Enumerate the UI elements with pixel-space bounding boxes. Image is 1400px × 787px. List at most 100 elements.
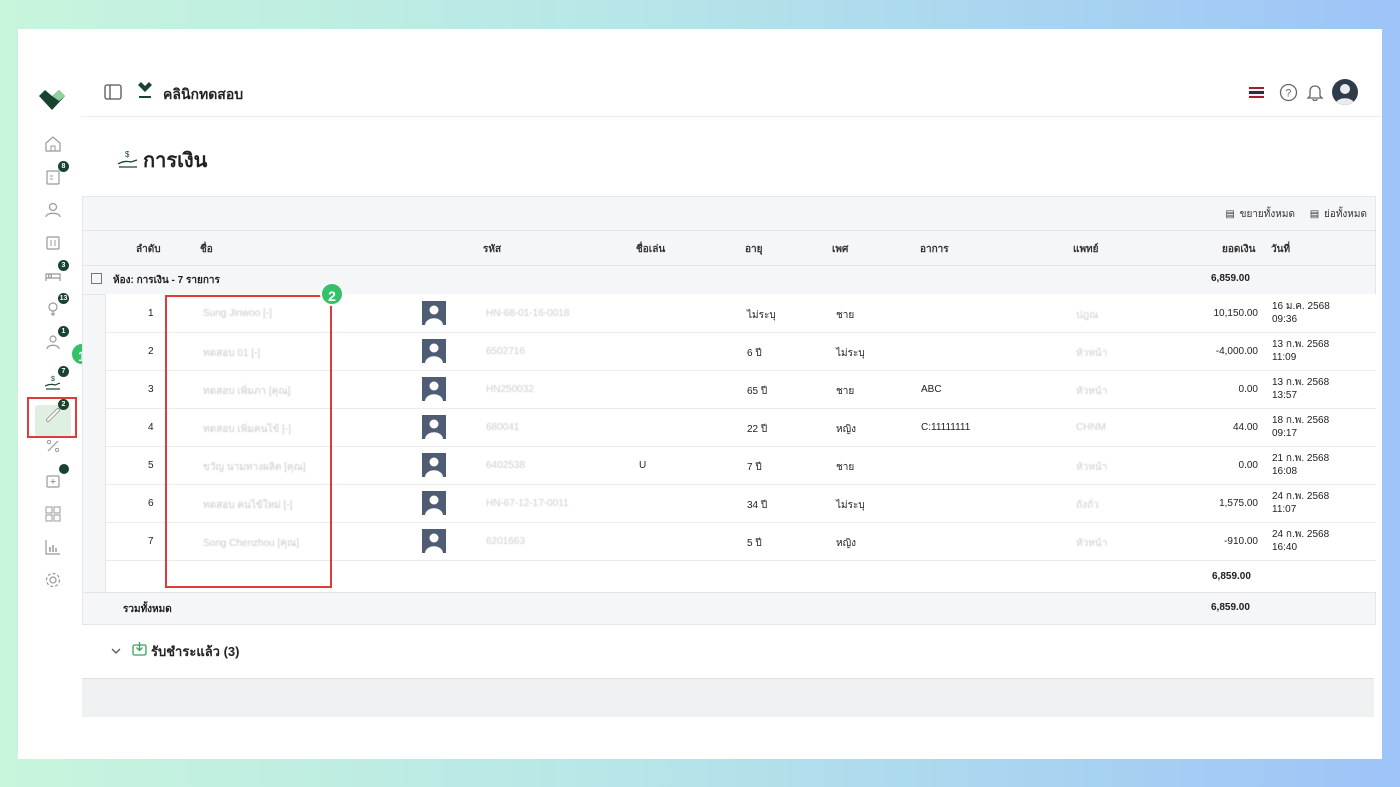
nav-discount-icon[interactable] xyxy=(43,436,63,456)
visit-date: 13 ก.พ. 2568 xyxy=(1272,377,1330,388)
nav-finance-icon[interactable]: $ 7 xyxy=(43,366,69,392)
brand-logo-icon[interactable] xyxy=(37,87,67,113)
table-header: ลำดับ ชื่อ รหัส ชื่อเล่น อายุ เพศ อาการ … xyxy=(83,230,1375,266)
visit-time: 13:57 xyxy=(1272,390,1298,401)
amount: 44.00 xyxy=(1232,422,1258,433)
nav-modules-icon[interactable] xyxy=(43,504,63,524)
patient-age: ไม่ระบุ xyxy=(747,310,776,321)
nav-records-icon[interactable] xyxy=(43,233,63,253)
nav-home-icon[interactable] xyxy=(43,134,63,154)
visit-date: 13 ก.พ. 2568 xyxy=(1272,339,1330,350)
patient-sex: ชาย xyxy=(836,310,855,321)
col-header-index[interactable]: ลำดับ xyxy=(136,242,161,257)
visit-date: 16 ม.ค. 2568 xyxy=(1272,301,1330,312)
grand-total-value: 6,859.00 xyxy=(1211,602,1250,613)
toggle-sidebar-icon[interactable] xyxy=(104,84,122,100)
patient-age: 6 ปี xyxy=(747,348,762,359)
col-header-amount[interactable]: ยอดเงิน xyxy=(1222,242,1256,257)
visit-time: 16:40 xyxy=(1272,542,1298,553)
visit-date: 24 ก.พ. 2568 xyxy=(1272,491,1330,502)
patient-age: 7 ปี xyxy=(747,462,762,473)
expand-all-button[interactable]: ▤ ขยายทั้งหมด xyxy=(1225,209,1295,220)
group-title: ห้อง: การเงิน - 7 รายการ xyxy=(113,275,220,286)
col-header-name[interactable]: ชื่อ xyxy=(200,242,213,257)
visit-date: 18 ก.พ. 2568 xyxy=(1272,415,1330,426)
nav-ward-icon[interactable]: 3 xyxy=(43,260,69,286)
collapse-all-label: ย่อทั้งหมด xyxy=(1323,209,1367,220)
highlight-box-patient-names xyxy=(165,295,332,588)
col-header-date[interactable]: วันที่ xyxy=(1271,242,1290,257)
patient-avatar xyxy=(422,339,446,363)
patient-code: 6502716 xyxy=(486,346,525,357)
chevron-down-icon[interactable] xyxy=(111,647,121,655)
visit-time: 09:36 xyxy=(1272,314,1298,325)
patient-sex: ไม่ระบุ xyxy=(836,500,865,511)
grand-total-label: รวมทั้งหมด xyxy=(123,604,172,615)
top-bar: คลินิกทดสอบ ? xyxy=(81,70,1382,117)
group-toggle-icon[interactable] xyxy=(91,273,102,284)
nav-appointments-icon[interactable]: 8 xyxy=(43,161,69,187)
patient-avatar xyxy=(422,529,446,553)
svg-text:$: $ xyxy=(125,150,130,159)
row-index: 6 xyxy=(148,498,154,509)
row-index: 3 xyxy=(148,384,154,395)
visit-time: 11:07 xyxy=(1272,504,1297,515)
patient-avatar xyxy=(422,415,446,439)
visit-time: 09:17 xyxy=(1272,428,1298,439)
doctor-name: ถังถั่ว xyxy=(1076,500,1099,511)
col-header-doctor[interactable]: แพทย์ xyxy=(1073,242,1099,257)
nav-queue-icon[interactable]: 1 xyxy=(43,326,69,352)
visit-time: 16:08 xyxy=(1272,466,1298,477)
nav-patients-icon[interactable] xyxy=(43,200,63,220)
visit-datetime: 13 ก.พ. 2568 11:09 xyxy=(1272,338,1329,364)
col-header-nickname[interactable]: ชื่อเล่น xyxy=(636,242,665,257)
group-row-finance-room[interactable]: ห้อง: การเงิน - 7 รายการ 6,859.00 xyxy=(83,264,1375,295)
notification-bell-icon[interactable] xyxy=(1306,83,1324,102)
col-header-symptom[interactable]: อาการ xyxy=(920,242,949,257)
col-header-age[interactable]: อายุ xyxy=(745,242,762,257)
diagnosis-badge: 13 xyxy=(58,293,69,304)
visit-time: 11:09 xyxy=(1272,352,1297,363)
expand-all-label: ขยายทั้งหมด xyxy=(1239,209,1295,220)
patient-avatar xyxy=(422,491,446,515)
col-header-sex[interactable]: เพศ xyxy=(832,242,848,257)
doctor-name: หัวหน้า xyxy=(1076,386,1108,397)
col-header-code[interactable]: รหัส xyxy=(483,242,501,257)
visit-datetime: 16 ม.ค. 2568 09:36 xyxy=(1272,300,1330,326)
queue-badge: 1 xyxy=(58,326,69,337)
patient-sex: หญิง xyxy=(836,424,856,435)
nav-reports-icon[interactable] xyxy=(43,537,63,557)
doctor-name: ปฎณ xyxy=(1076,310,1099,321)
amount: 1,575.00 xyxy=(1219,498,1258,509)
help-icon[interactable]: ? xyxy=(1279,83,1298,102)
patient-sex: หญิง xyxy=(836,538,856,549)
row-index: 5 xyxy=(148,460,154,471)
clinic-logo-icon xyxy=(138,82,152,98)
visit-date: 21 ก.พ. 2568 xyxy=(1272,453,1330,464)
patient-age: 5 ปี xyxy=(747,538,762,549)
nav-inventory-icon[interactable] xyxy=(43,464,69,490)
group-total: 6,859.00 xyxy=(1211,273,1250,284)
amount: 0.00 xyxy=(1238,460,1258,471)
nav-settings-icon[interactable] xyxy=(43,570,63,590)
thai-flag-icon[interactable] xyxy=(1249,87,1264,98)
user-avatar[interactable] xyxy=(1332,79,1358,105)
patient-symptom: C:11111111 xyxy=(921,422,971,433)
svg-text:$: $ xyxy=(51,376,55,383)
collapse-all-button[interactable]: ▤ ย่อทั้งหมด xyxy=(1310,209,1367,220)
expand-collapse-controls: ▤ ขยายทั้งหมด ▤ ย่อทั้งหมด xyxy=(1213,207,1367,222)
paid-download-icon xyxy=(132,642,147,656)
finance-title-icon: $ xyxy=(117,150,138,168)
patient-avatar xyxy=(422,377,446,401)
visit-datetime: 24 ก.พ. 2568 11:07 xyxy=(1272,490,1329,516)
appointments-badge: 8 xyxy=(58,161,69,172)
paid-section-toggle[interactable]: รับชำระแล้ว (3) xyxy=(151,641,239,662)
row-index: 2 xyxy=(148,346,154,357)
subtotal-value: 6,859.00 xyxy=(1212,571,1251,582)
visit-datetime: 13 ก.พ. 2568 13:57 xyxy=(1272,376,1329,402)
patient-age: 65 ปี xyxy=(747,386,768,397)
svg-text:?: ? xyxy=(1285,88,1291,100)
doctor-name: CHNM xyxy=(1076,422,1106,433)
nav-diagnosis-icon[interactable]: 13 xyxy=(43,293,69,319)
clinic-name: คลินิกทดสอบ xyxy=(163,86,244,102)
